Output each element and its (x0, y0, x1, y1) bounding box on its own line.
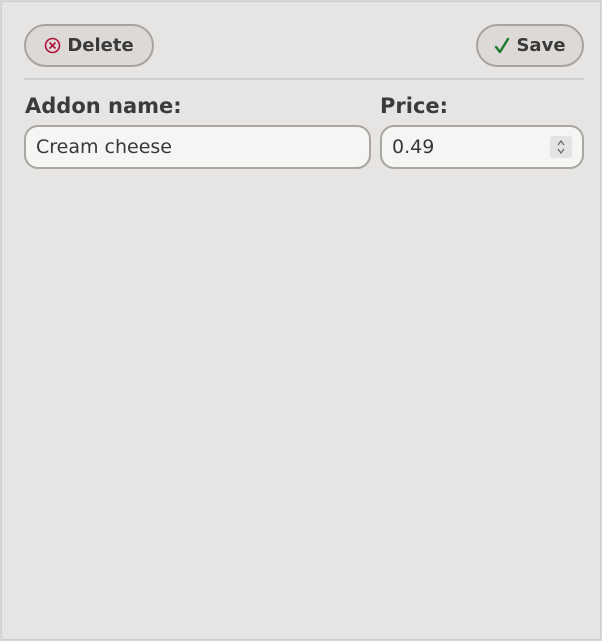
price-spinner[interactable] (550, 136, 572, 158)
delete-button-label: Delete (67, 35, 134, 56)
toolbar-divider (24, 78, 584, 80)
circle-x-icon (44, 37, 61, 54)
addon-name-input[interactable]: Cream cheese (24, 125, 371, 169)
checkmark-icon (494, 37, 510, 55)
chevron-up-icon[interactable] (556, 139, 566, 147)
price-label: Price: (380, 94, 449, 118)
addon-editor-panel: Delete Save Addon name: Price: Cream che… (1, 1, 601, 640)
addon-name-label: Addon name: (25, 94, 182, 118)
price-input[interactable]: 0.49 (380, 125, 584, 169)
chevron-down-icon[interactable] (556, 147, 566, 155)
delete-button[interactable]: Delete (24, 24, 154, 67)
addon-name-value: Cream cheese (36, 136, 172, 158)
save-button[interactable]: Save (476, 24, 584, 67)
save-button-label: Save (516, 35, 566, 56)
price-value: 0.49 (392, 136, 435, 158)
